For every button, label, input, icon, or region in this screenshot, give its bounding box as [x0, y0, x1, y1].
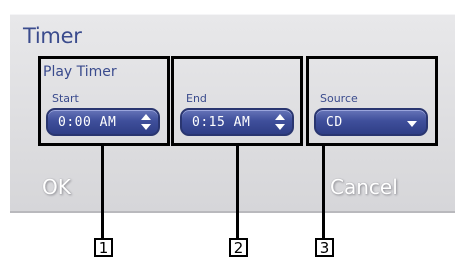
source-value: CD — [326, 115, 343, 130]
start-time-spinner[interactable]: 0:00 AM — [46, 108, 160, 136]
play-timer-label: Play Timer — [43, 64, 117, 80]
cancel-button[interactable]: Cancel — [330, 175, 398, 199]
callout-number-1: 1 — [94, 238, 113, 257]
arrow-down-icon[interactable] — [275, 124, 285, 130]
ok-button[interactable]: OK — [42, 175, 71, 199]
start-time-stepper[interactable] — [140, 112, 152, 132]
dialog-title: Timer — [23, 24, 82, 48]
start-label: Start — [52, 92, 79, 105]
callout-number-2: 2 — [229, 238, 248, 257]
start-time-value: 0:00 AM — [58, 115, 117, 130]
callout-leader-1 — [101, 146, 104, 238]
source-dropdown[interactable]: CD — [314, 108, 428, 136]
end-label: End — [186, 92, 207, 105]
callout-leader-3 — [322, 146, 325, 238]
arrow-down-icon[interactable] — [141, 124, 151, 130]
callout-leader-2 — [236, 146, 239, 238]
arrow-up-icon[interactable] — [275, 114, 285, 120]
source-label: Source — [320, 92, 358, 105]
end-time-value: 0:15 AM — [192, 115, 251, 130]
end-time-stepper[interactable] — [274, 112, 286, 132]
chevron-down-icon[interactable] — [407, 121, 417, 127]
arrow-up-icon[interactable] — [141, 114, 151, 120]
callout-number-3: 3 — [315, 238, 334, 257]
end-time-spinner[interactable]: 0:15 AM — [180, 108, 294, 136]
